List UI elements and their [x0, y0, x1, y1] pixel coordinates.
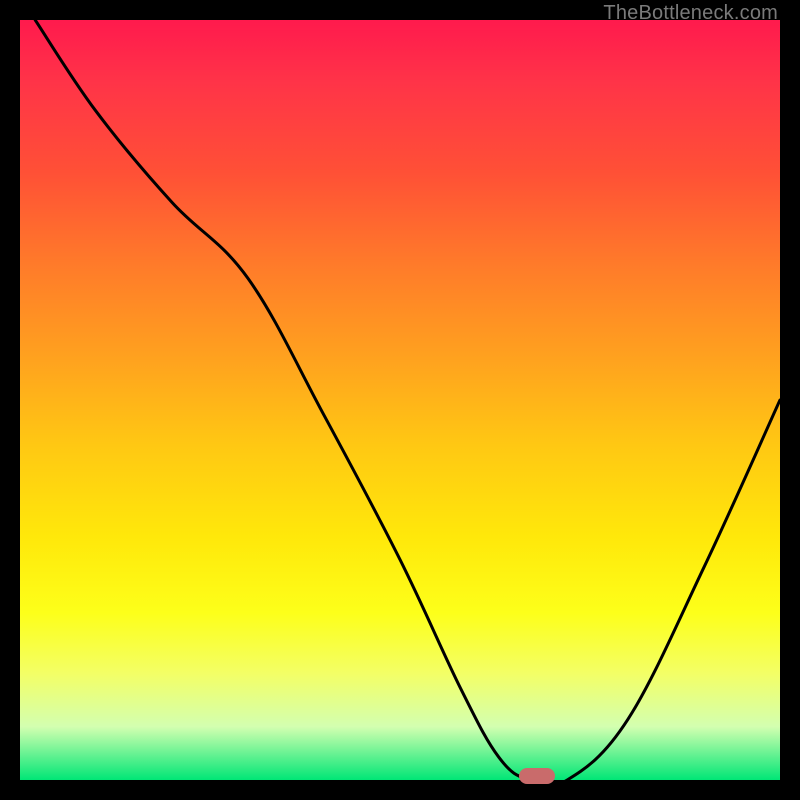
optimal-point-marker [519, 768, 555, 784]
bottleneck-curve [20, 20, 780, 780]
